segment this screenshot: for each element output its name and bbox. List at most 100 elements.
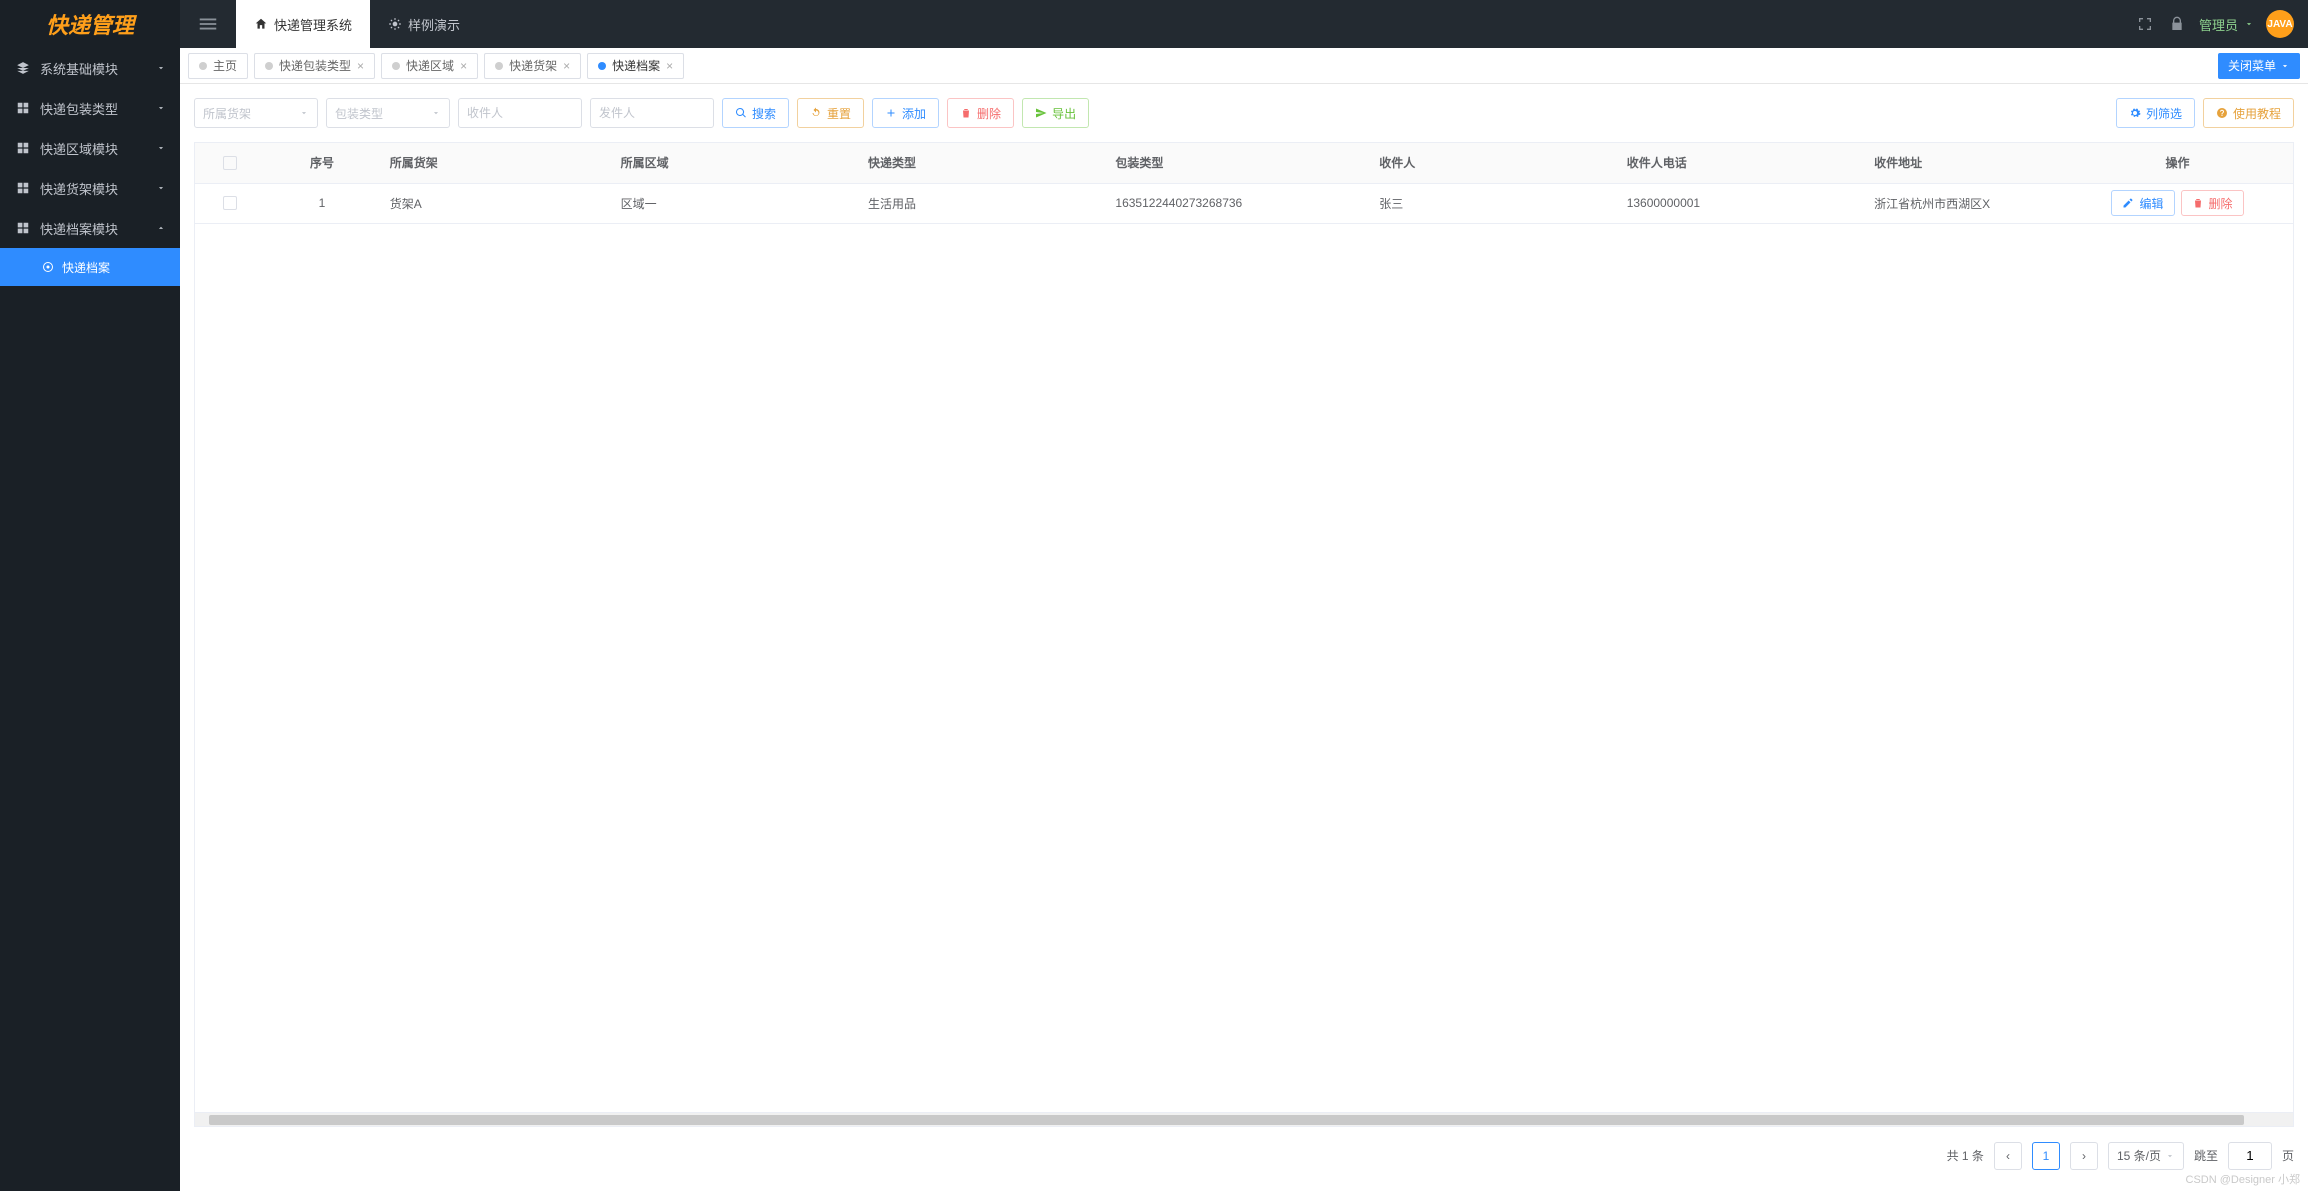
pager-total: 共 1 条 [1947,1147,1984,1164]
row-edit-button[interactable]: 编辑 [2111,190,2174,216]
pager-next[interactable]: › [2070,1142,2098,1170]
lock-icon [2169,16,2185,32]
select-all-checkbox[interactable] [223,156,237,170]
chevron-down-icon [299,108,309,118]
tab-label: 快递货架 [509,57,557,74]
table-header-row: 序号 所属货架 所属区域 快递类型 包装类型 收件人 收件人电话 收件地址 操作 [195,143,2293,183]
button-label: 重置 [827,105,851,122]
chevron-down-icon [156,63,166,73]
fullscreen-icon [2137,16,2153,32]
send-icon [1035,107,1047,119]
filter-shelf-select[interactable]: 所属货架 [194,98,318,128]
tab-dot-icon [199,62,207,70]
tab-dot-icon [392,62,400,70]
nav-label: 快递管理系统 [274,15,352,34]
gear-icon [2129,107,2141,119]
th-type: 快递类型 [858,143,1105,183]
filter-pack-select[interactable]: 包装类型 [326,98,450,128]
filter-sender-input[interactable] [590,98,714,128]
header-right: 管理员 JAVA [2135,10,2308,38]
pager-goto-label: 跳至 [2194,1147,2218,1164]
search-button[interactable]: 搜索 [722,98,789,128]
row-checkbox[interactable] [223,196,237,210]
pager-size-select[interactable]: 15 条/页 [2108,1142,2184,1170]
sidebar-item-package-type[interactable]: 快递包装类型 [0,88,180,128]
app-root: 快递管理 快递管理系统 样例演示 管理员 JAVA 系统基础模块 [0,0,2308,1191]
pager-prev[interactable]: ‹ [1994,1142,2022,1170]
cell-addr: 浙江省杭州市西湖区X [1864,183,2062,223]
body: 系统基础模块 快递包装类型 快递区域模块 快递货架模块 快递档案模块 [0,48,2308,1191]
sidebar-item-shelf[interactable]: 快递货架模块 [0,168,180,208]
logo: 快递管理 [0,0,180,48]
reset-button[interactable]: 重置 [797,98,864,128]
trash-icon [960,107,972,119]
close-menu-label: 关闭菜单 [2228,57,2276,74]
row-actions: 编辑 删除 [2072,190,2283,216]
tab-package-type[interactable]: 快递包装类型 × [254,53,375,79]
lock-button[interactable] [2167,14,2187,34]
select-placeholder: 所属货架 [203,105,251,122]
sidebar-item-archive[interactable]: 快递档案模块 [0,208,180,248]
user-menu[interactable]: 管理员 [2199,15,2254,34]
cell-index: 1 [264,183,379,223]
button-label: 使用教程 [2233,105,2281,122]
sidebar-item-area[interactable]: 快递区域模块 [0,128,180,168]
hamburger-icon [197,13,219,35]
chevron-down-icon [156,183,166,193]
fullscreen-button[interactable] [2135,14,2155,34]
sidebar-item-label: 快递档案模块 [40,219,118,238]
pagination: 共 1 条 ‹ 1 › 15 条/页 跳至 页 [194,1133,2294,1177]
sidebar-toggle[interactable] [180,0,236,48]
th-shelf: 所属货架 [380,143,611,183]
delete-button[interactable]: 删除 [947,98,1014,128]
sidebar-item-label: 快递包装类型 [40,99,118,118]
data-table: 序号 所属货架 所属区域 快递类型 包装类型 收件人 收件人电话 收件地址 操作 [195,143,2293,224]
tutorial-button[interactable]: 使用教程 [2203,98,2294,128]
avatar[interactable]: JAVA [2266,10,2294,38]
tab-close-button[interactable]: × [357,59,364,73]
tab-area[interactable]: 快递区域 × [381,53,478,79]
add-button[interactable]: 添加 [872,98,939,128]
receiver-field[interactable] [467,106,573,120]
cell-recv: 张三 [1369,183,1616,223]
sidebar-sub-archive[interactable]: 快递档案 [0,248,180,286]
tab-dot-icon [495,62,503,70]
pager-goto-input[interactable] [2228,1142,2272,1170]
tab-close-button[interactable]: × [666,59,673,73]
cell-shelf: 货架A [380,183,611,223]
close-tabs-menu[interactable]: 关闭菜单 [2218,53,2300,79]
tab-label: 快递区域 [406,57,454,74]
trash-icon [2192,197,2204,209]
refresh-icon [810,107,822,119]
tab-close-button[interactable]: × [563,59,570,73]
button-label: 删除 [2209,195,2233,212]
th-recv: 收件人 [1369,143,1616,183]
th-pack: 包装类型 [1105,143,1369,183]
button-label: 列筛选 [2146,105,2182,122]
tab-shelf[interactable]: 快递货架 × [484,53,581,79]
scrollbar-thumb[interactable] [209,1115,2244,1125]
tab-home[interactable]: 主页 [188,53,248,79]
cell-phone: 13600000001 [1617,183,1864,223]
sidebar-item-label: 快递区域模块 [40,139,118,158]
th-index: 序号 [264,143,379,183]
row-delete-button[interactable]: 删除 [2181,190,2244,216]
table-row: 1 货架A 区域一 生活用品 1635122440273268736 张三 13… [195,183,2293,223]
filter-receiver-input[interactable] [458,98,582,128]
cell-type: 生活用品 [858,183,1105,223]
column-filter-button[interactable]: 列筛选 [2116,98,2195,128]
export-button[interactable]: 导出 [1022,98,1089,128]
sender-field[interactable] [599,106,705,120]
sidebar-item-system-base[interactable]: 系统基础模块 [0,48,180,88]
pager-unit: 页 [2282,1147,2294,1164]
nav-demo[interactable]: 样例演示 [370,0,478,48]
toolbar-right: 列筛选 使用教程 [2116,98,2294,128]
chevron-down-icon [2165,1151,2175,1161]
nav-system[interactable]: 快递管理系统 [236,0,370,48]
pager-page-1[interactable]: 1 [2032,1142,2060,1170]
tab-archive[interactable]: 快递档案 × [587,53,684,79]
tab-close-button[interactable]: × [460,59,467,73]
sidebar-item-label: 快递货架模块 [40,179,118,198]
horizontal-scrollbar[interactable] [194,1113,2294,1127]
chevron-down-icon [156,103,166,113]
